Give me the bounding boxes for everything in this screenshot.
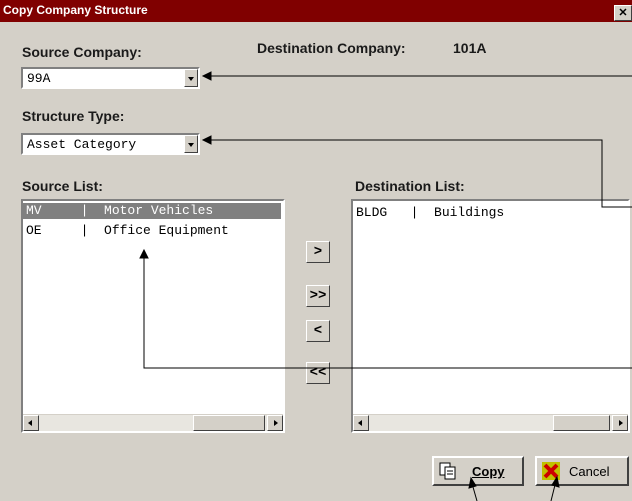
annotation-arrows (139, 71, 632, 501)
